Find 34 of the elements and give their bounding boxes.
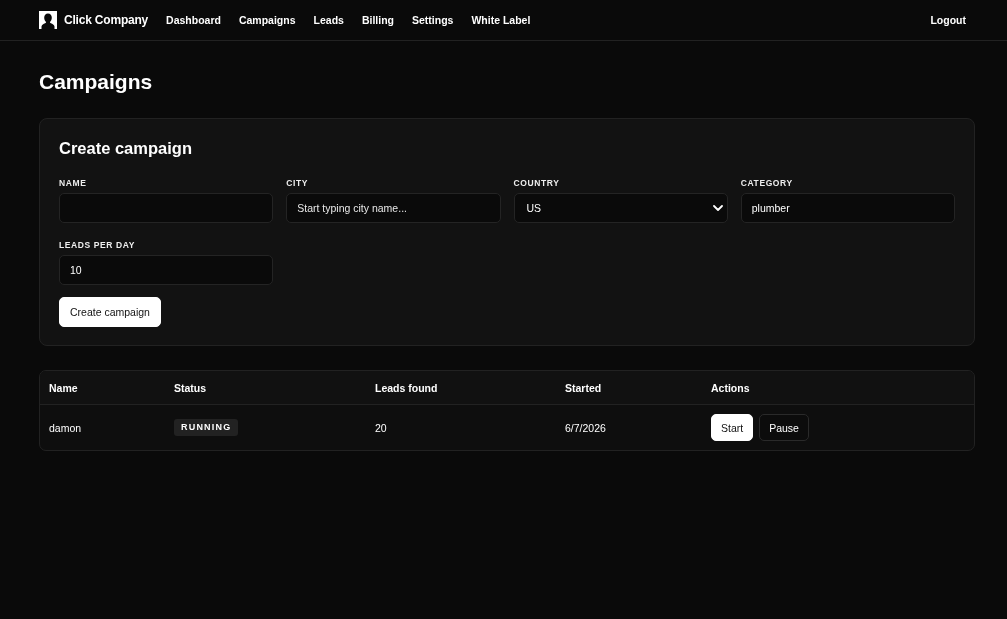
column-header: Name	[49, 381, 78, 394]
person-logo-icon	[39, 11, 57, 29]
field-label: CATEGORY	[740, 177, 794, 189]
field-label: COUNTRY	[513, 177, 561, 189]
text-input[interactable]: 10	[59, 255, 274, 285]
text-input[interactable]: Start typing city name...	[286, 193, 501, 223]
nav-link[interactable]: White Label	[471, 14, 531, 26]
logout-link[interactable]: Logout	[930, 14, 966, 26]
card-title: Create campaign	[59, 138, 193, 159]
chevron-down-icon	[712, 205, 723, 211]
nav-link[interactable]: Billing	[361, 14, 394, 26]
country-select[interactable]: US	[513, 193, 728, 223]
create-campaign-button[interactable]: Create campaign	[59, 297, 161, 327]
column-header: Actions	[711, 381, 750, 394]
nav-link[interactable]: Dashboard	[166, 14, 221, 26]
brand-name[interactable]: Click Company	[64, 13, 149, 27]
table-cell: damon	[49, 421, 82, 434]
page-title: Campaigns	[39, 69, 154, 95]
table-cell: 20	[375, 421, 387, 434]
column-header: Status	[174, 381, 207, 394]
table-cell: 6/7/2026	[565, 421, 606, 434]
field-label: LEADS PER DAY	[59, 239, 136, 251]
nav-link[interactable]: Settings	[412, 14, 454, 26]
status-badge: RUNNING	[174, 419, 239, 436]
field-label: CITY	[286, 177, 309, 189]
pause-button[interactable]: Pause	[759, 414, 809, 441]
field-label: NAME	[59, 177, 88, 189]
column-header: Started	[565, 381, 602, 394]
start-button[interactable]: Start	[711, 414, 754, 441]
nav-link[interactable]: Campaigns	[238, 14, 296, 26]
text-input[interactable]	[59, 193, 274, 223]
column-header: Leads found	[375, 381, 438, 394]
nav-link[interactable]: Leads	[313, 14, 344, 26]
text-input[interactable]: plumber	[740, 193, 955, 223]
